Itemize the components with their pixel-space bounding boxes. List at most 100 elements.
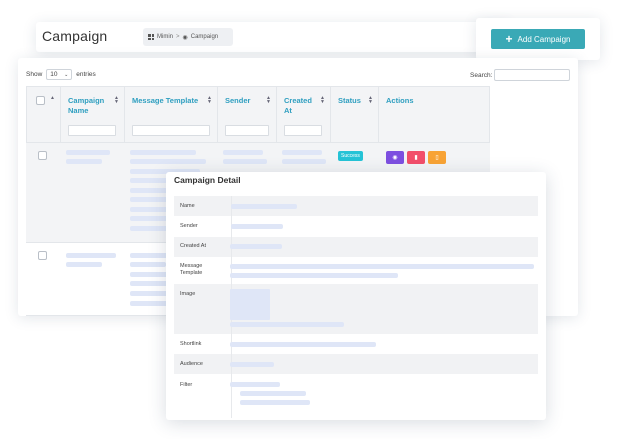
trash-icon: ▮: [414, 155, 418, 161]
sort-icon[interactable]: ▲ ▼: [114, 96, 119, 105]
entries-value: 10: [50, 71, 58, 78]
filter-input-created-at[interactable]: [284, 125, 322, 136]
sender-placeholder: [223, 159, 267, 164]
detail-label: Audience: [180, 361, 203, 367]
detail-row-sender: Sender: [174, 216, 538, 237]
sort-icon[interactable]: ▲ ▼: [320, 96, 325, 105]
column-label: Sender: [225, 96, 251, 105]
campaign-name-placeholder: [66, 262, 102, 267]
detail-row-name: Name: [174, 196, 538, 216]
message-placeholder: [130, 272, 170, 277]
column-sender[interactable]: Sender ▲ ▼: [218, 87, 277, 144]
add-campaign-panel: + Add Campaign: [476, 18, 600, 60]
column-label: Created At: [284, 96, 312, 115]
detail-row-audience: Audience: [174, 354, 538, 374]
sort-icon[interactable]: ▲ ▼: [207, 96, 212, 105]
campaign-detail-modal: Campaign Detail Name Sender Created At M…: [166, 172, 546, 420]
sort-icon[interactable]: ▲ ▼: [266, 96, 271, 105]
detail-title: Campaign Detail: [174, 175, 241, 185]
detail-label: Image: [180, 291, 196, 297]
header-select-all: ▲: [27, 87, 61, 144]
detail-label: Filter: [180, 382, 193, 388]
sender-value-placeholder: [231, 224, 283, 229]
created-at-value-placeholder: [230, 244, 282, 249]
eye-icon: ◉: [392, 155, 398, 161]
divider: [231, 374, 232, 418]
entries-length-control: Show 10 ⌄ entries: [26, 69, 96, 80]
message-placeholder: [130, 150, 196, 155]
row-checkbox[interactable]: [38, 251, 47, 260]
image-caption-placeholder: [230, 322, 344, 327]
column-status[interactable]: Status ▲ ▼: [331, 87, 379, 144]
table-search: Search:: [470, 69, 571, 81]
column-label: Campaign Name: [68, 96, 105, 115]
page-header: Campaign Mimin > ◉ Campaign: [36, 22, 509, 52]
detail-label: Created At: [180, 243, 206, 249]
detail-row-message-template: Message Template: [174, 257, 538, 284]
filter-value-placeholder: [240, 391, 306, 396]
column-campaign-name[interactable]: Campaign Name ▲ ▼: [61, 87, 125, 144]
divider: [231, 257, 232, 284]
audience-value-placeholder: [230, 362, 274, 367]
table-header: ▲ Campaign Name ▲ ▼ Message Template ▲ ▼ S…: [26, 86, 491, 144]
filter-value-placeholder: [240, 400, 310, 405]
column-label: Status: [338, 96, 361, 105]
filter-value-placeholder: [230, 382, 280, 387]
chevron-down-icon: ⌄: [64, 71, 69, 78]
entries-select[interactable]: 10 ⌄: [46, 69, 73, 80]
created-at-placeholder: [282, 159, 326, 164]
created-at-placeholder: [282, 150, 322, 155]
search-label: Search:: [470, 71, 493, 79]
column-label: Message Template: [132, 96, 199, 105]
file-button[interactable]: ▯: [428, 151, 446, 164]
dashboard-grid-icon: [148, 34, 154, 40]
sort-icon[interactable]: ▲ ▼: [368, 96, 373, 105]
detail-label: Shortlink: [180, 341, 202, 347]
detail-row-image: Image: [174, 284, 538, 334]
campaign-name-placeholder: [66, 150, 110, 155]
select-all-checkbox[interactable]: [36, 96, 45, 105]
breadcrumb-current: Campaign: [190, 34, 219, 40]
row-checkbox[interactable]: [38, 151, 47, 160]
breadcrumb: Mimin > ◉ Campaign: [143, 28, 233, 46]
file-icon: ▯: [435, 155, 439, 161]
name-value-placeholder: [231, 204, 297, 209]
detail-label: Message Template: [180, 263, 203, 276]
add-campaign-label: Add Campaign: [517, 34, 571, 44]
view-button[interactable]: ◉: [386, 151, 404, 164]
column-created-at[interactable]: Created At ▲ ▼: [277, 87, 331, 144]
sort-icon[interactable]: ▲: [50, 96, 55, 101]
sender-placeholder: [223, 150, 263, 155]
column-label: Actions: [386, 96, 414, 105]
image-thumbnail[interactable]: [230, 289, 270, 320]
message-value-placeholder: [230, 273, 398, 278]
campaign-name-placeholder: [66, 159, 102, 164]
breadcrumb-home[interactable]: Mimin: [157, 34, 173, 40]
filter-input-message-template[interactable]: [132, 125, 210, 136]
detail-label: Sender: [180, 223, 198, 229]
detail-label: Name: [180, 203, 195, 209]
message-placeholder: [130, 159, 206, 164]
detail-row-shortlink: Shortlink: [174, 334, 538, 354]
delete-button[interactable]: ▮: [407, 151, 425, 164]
detail-row-filter: Filter: [174, 374, 538, 418]
show-label: Show: [26, 71, 43, 78]
breadcrumb-separator: >: [176, 34, 180, 40]
campaign-name-placeholder: [66, 253, 116, 258]
status-badge: Success: [338, 151, 363, 161]
megaphone-icon: ◉: [182, 34, 188, 41]
detail-row-created-at: Created At: [174, 237, 538, 257]
filter-input-campaign-name[interactable]: [68, 125, 116, 136]
column-message-template[interactable]: Message Template ▲ ▼: [125, 87, 218, 144]
message-value-placeholder: [230, 264, 534, 269]
add-campaign-button[interactable]: + Add Campaign: [491, 29, 585, 49]
message-placeholder: [130, 262, 166, 267]
shortlink-value-placeholder: [230, 342, 376, 347]
filter-input-sender[interactable]: [225, 125, 269, 136]
message-placeholder: [130, 291, 170, 296]
search-input[interactable]: [494, 69, 571, 81]
plus-icon: +: [505, 32, 513, 46]
page-title: Campaign: [42, 28, 108, 44]
entries-label: entries: [76, 71, 96, 78]
column-actions: Actions: [379, 87, 491, 144]
